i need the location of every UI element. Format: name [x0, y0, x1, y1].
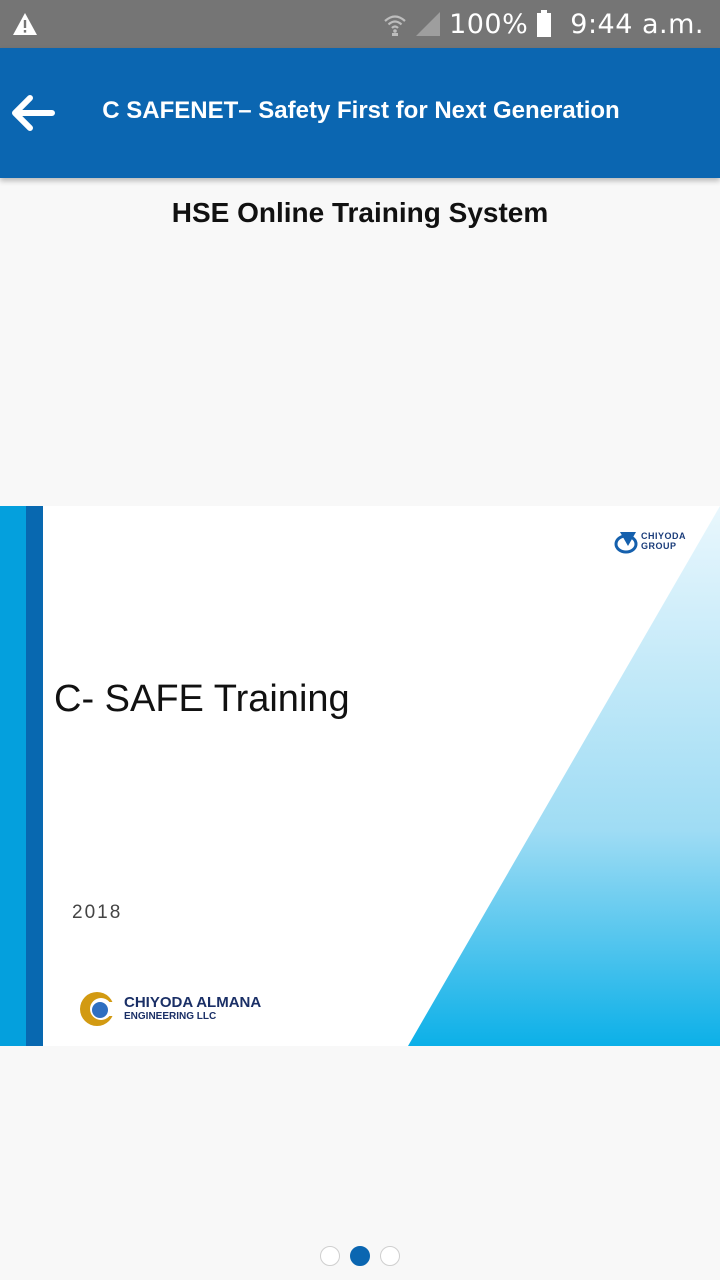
slide-year: 2018 — [72, 902, 123, 923]
status-time: 9:44 a.m. — [570, 8, 704, 40]
status-bar: 100% 9:44 a.m. — [0, 0, 720, 48]
page-heading: HSE Online Training System — [171, 197, 549, 228]
wifi-icon — [384, 15, 406, 36]
slide-gradient-wedge — [408, 506, 720, 1046]
almana-logo-icon — [80, 992, 118, 1026]
company-subtitle: ENGINEERING LLC — [124, 1011, 217, 1022]
signal-icon — [416, 12, 441, 36]
warning-icon — [13, 13, 37, 35]
chiyoda-almana-logo: CHIYODA ALMANA ENGINEERING LLC — [78, 990, 261, 1028]
page-dot[interactable] — [380, 1246, 400, 1266]
chiyoda-group-logo: CHIYODA GROUP — [614, 528, 687, 554]
battery-icon — [537, 10, 552, 37]
chiyoda-logo-icon — [614, 532, 638, 554]
corner-logo-text: CHIYODA GROUP — [641, 531, 687, 551]
slide-stripe-light — [0, 506, 26, 1046]
status-right-group: 100% 9:44 a.m. — [383, 0, 704, 48]
slide-title: C- SAFE Training — [54, 678, 350, 720]
page-indicator — [0, 1246, 720, 1266]
battery-percent: 100% — [449, 8, 529, 40]
app-title: C SAFENET– Safety First for Next Generat… — [102, 97, 620, 124]
page-dot-active[interactable] — [350, 1246, 370, 1266]
slide-stripe-dark — [26, 506, 43, 1046]
app-bar: C SAFENET– Safety First for Next Generat… — [0, 48, 720, 178]
company-name: CHIYODA ALMANA — [124, 994, 262, 1011]
training-slide[interactable]: CHIYODA GROUP C- SAFE Training 2018 CHIY… — [0, 506, 720, 1046]
page-dot[interactable] — [320, 1246, 340, 1266]
